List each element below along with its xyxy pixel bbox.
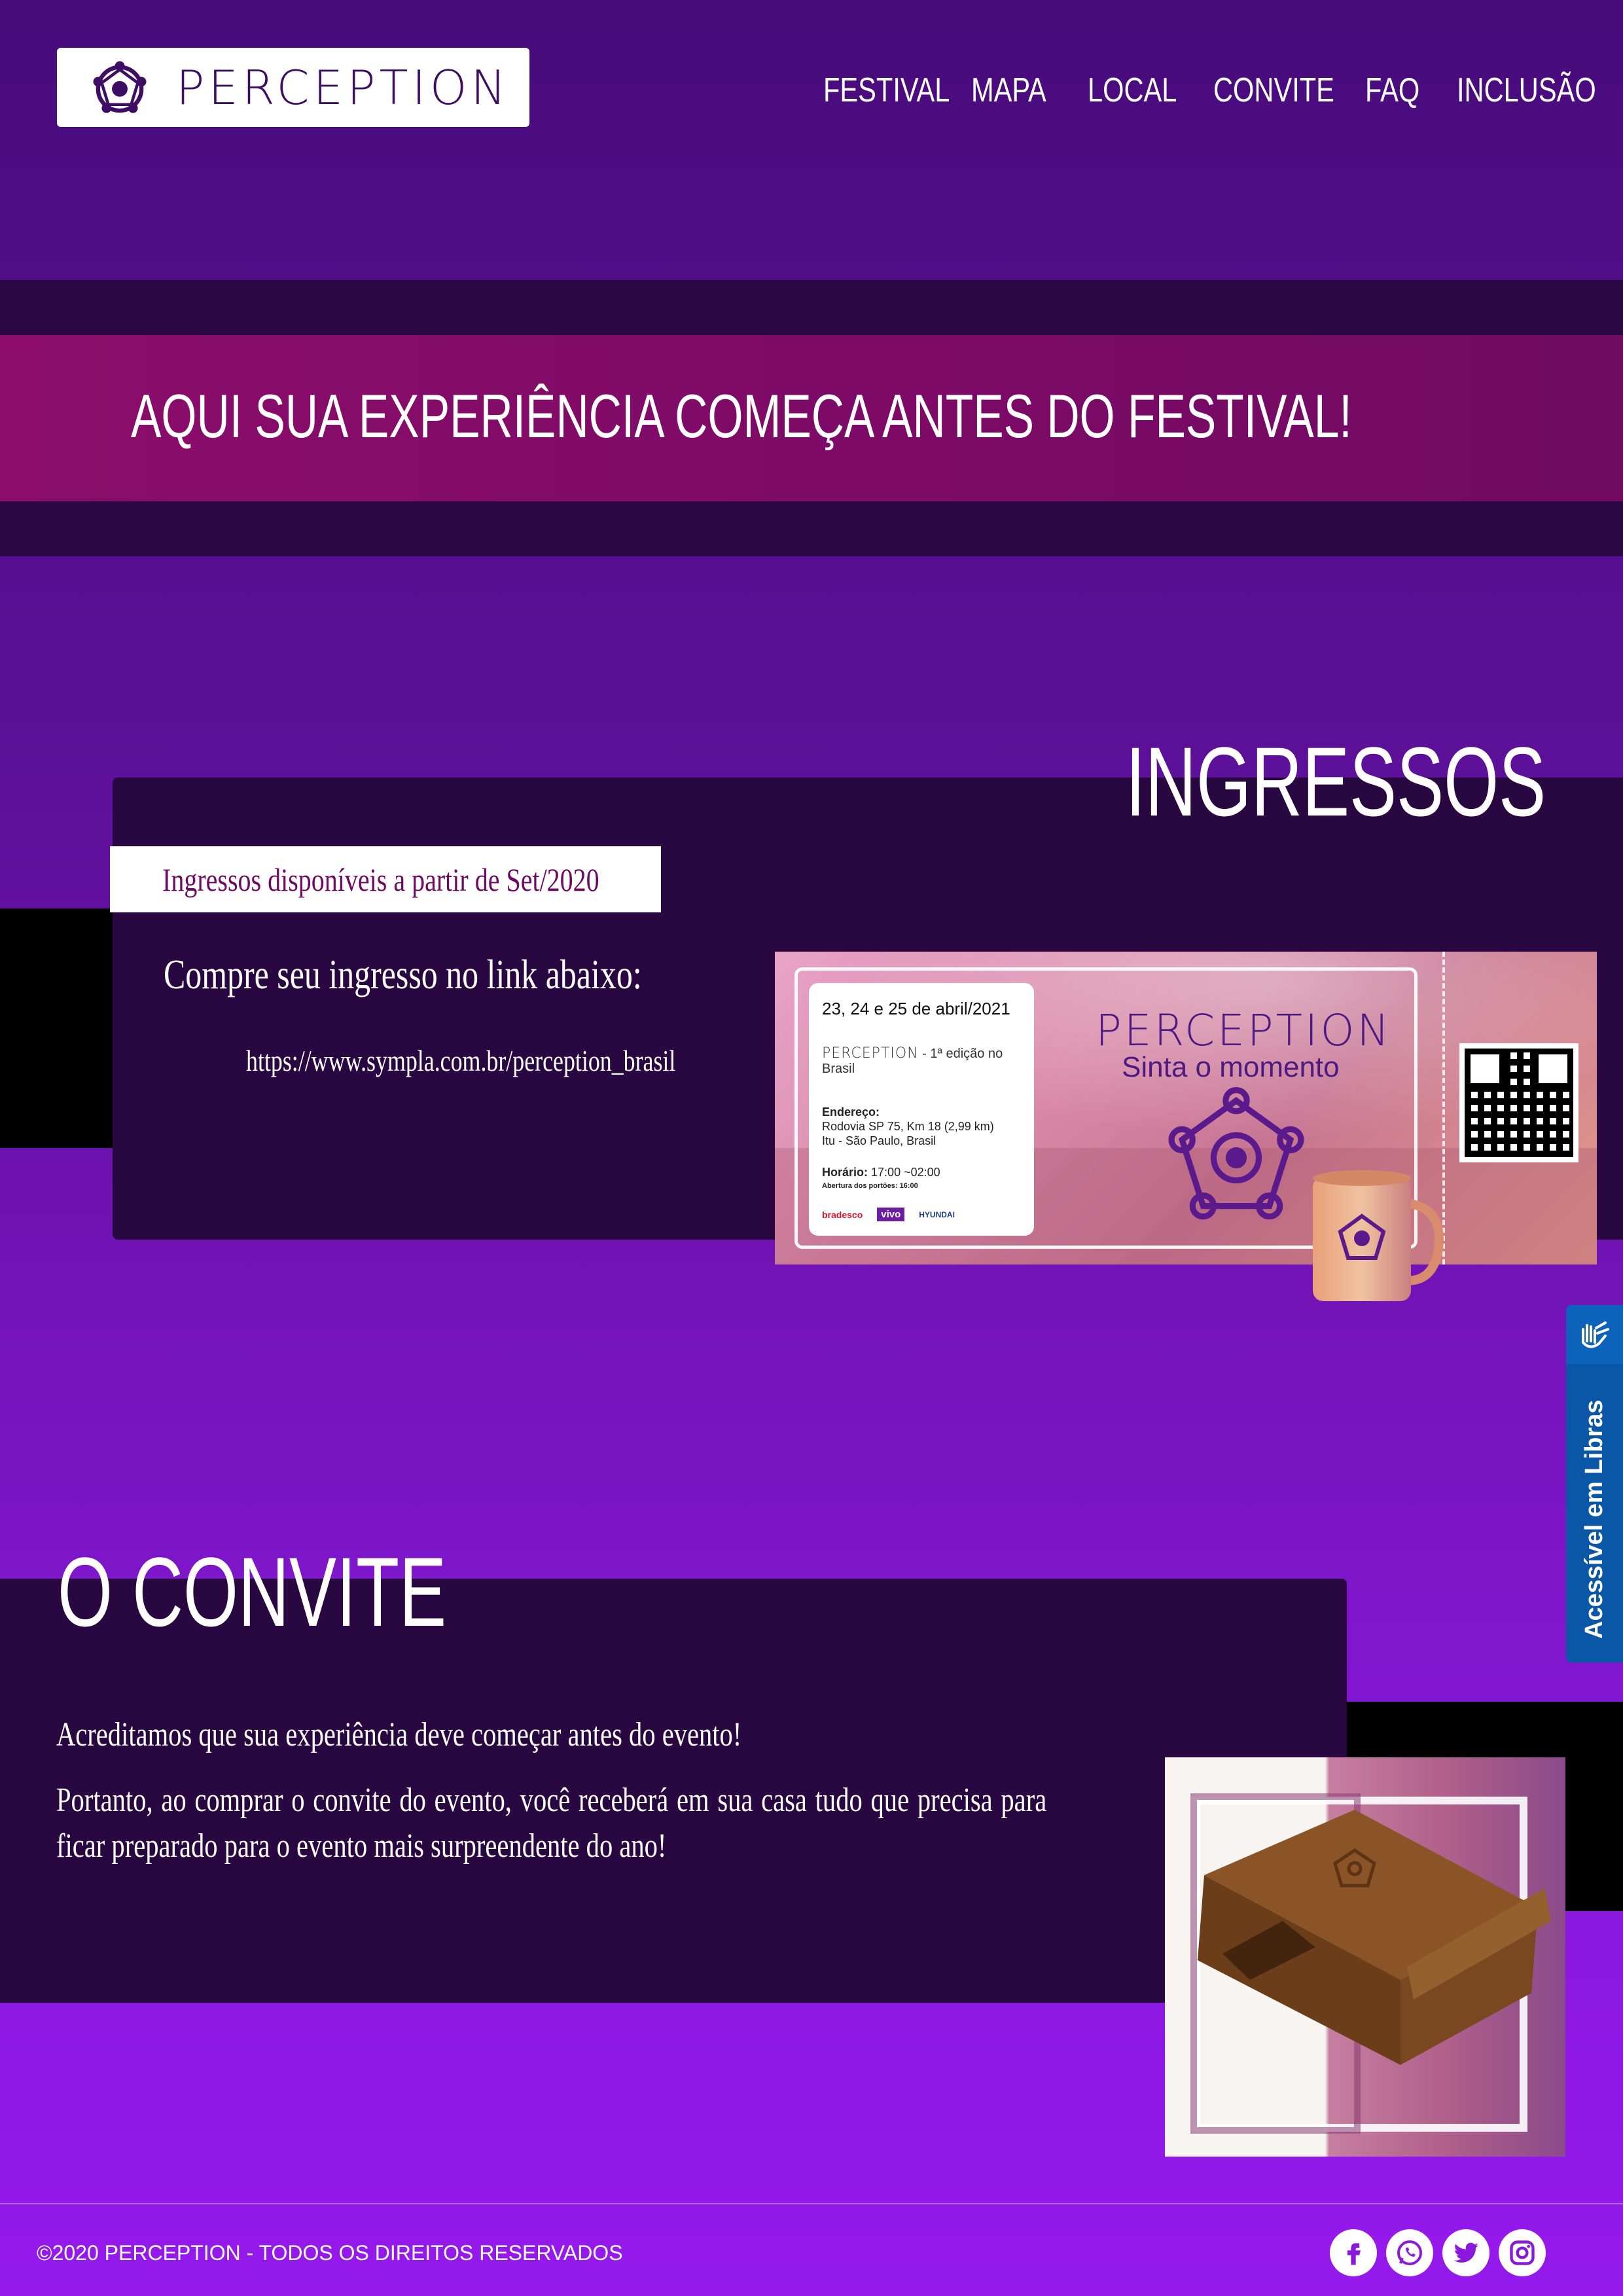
nav-local[interactable]: LOCAL [1088, 71, 1177, 110]
facebook-icon[interactable] [1330, 2229, 1377, 2276]
availability-badge: Ingressos disponíveis a partir de Set/20… [110, 846, 661, 912]
libras-hands-icon [1566, 1305, 1623, 1364]
banner-text: AQUI SUA EXPERIÊNCIA COMEÇA ANTES DO FES… [131, 382, 1352, 450]
sponsor-vivo: vivo [877, 1208, 905, 1221]
ticket-address-label: Endereço: [822, 1105, 880, 1119]
nav-faq[interactable]: FAQ [1365, 71, 1419, 110]
ticket-address-2: Itu - São Paulo, Brasil [822, 1134, 936, 1147]
sponsor-hyundai: HYUNDAI [919, 1210, 955, 1219]
ticket-tagline: Sinta o momento [1122, 1051, 1340, 1083]
nav-inclusao[interactable]: INCLUSÃO [1457, 71, 1596, 110]
ticket-headline: PERCEPTION [1096, 1005, 1392, 1056]
copyright: ©2020 PERCEPTION - TODOS OS DIREITOS RES… [37, 2241, 623, 2265]
twitter-icon[interactable] [1442, 2229, 1489, 2276]
ingressos-title: INGRESSOS [1126, 726, 1546, 836]
qr-code-icon [1459, 1043, 1578, 1162]
logo[interactable]: PERCEPTION [57, 48, 529, 127]
ticket-image: 23, 24 e 25 de abril/2021 PERCEPTION - 1… [775, 952, 1597, 1265]
ticket-brand-line: PERCEPTION - 1ª edição no Brasil [822, 1045, 1021, 1077]
nav-festival[interactable]: FESTIVAL [823, 71, 950, 110]
decor-block-left [0, 908, 131, 1148]
ticket-date: 23, 24 e 25 de abril/2021 [822, 999, 1010, 1018]
sponsor-bradesco: bradesco [822, 1209, 863, 1220]
footer-divider [0, 2203, 1623, 2204]
convite-paragraph-2: Portanto, ao comprar o convite do evento… [56, 1782, 1047, 1865]
convite-paragraph-1: Acreditamos que sua experiência deve com… [56, 1716, 742, 1753]
nav-mapa[interactable]: MAPA [971, 71, 1046, 110]
invitation-box-image [1165, 1757, 1565, 2157]
ticket-hours: 17:00 ~02:00 [871, 1166, 940, 1179]
libras-label: Acessível em Libras [1580, 1399, 1608, 1639]
ticket-info-card: 23, 24 e 25 de abril/2021 PERCEPTION - 1… [809, 983, 1034, 1236]
ticket-hours-line: Horário: 17:00 ~02:00 [822, 1165, 1021, 1179]
perception-logo-icon [93, 61, 147, 113]
ticket-link[interactable]: https://www.sympla.com.br/perception_bra… [246, 1043, 675, 1078]
nav-convite[interactable]: CONVITE [1213, 71, 1334, 110]
availability-text: Ingressos disponíveis a partir de Set/20… [162, 861, 599, 898]
libras-tab[interactable]: Acessível em Libras [1566, 1305, 1623, 1662]
ticket-hours-label: Horário: [822, 1166, 868, 1179]
mug-icon [1313, 1170, 1444, 1301]
sponsors: bradesco vivo HYUNDAI [822, 1208, 955, 1221]
ticket-gates: Abertura dos portões: 16:00 [822, 1182, 918, 1190]
instagram-icon[interactable] [1499, 2229, 1546, 2276]
ticket-brand: PERCEPTION [822, 1045, 919, 1062]
whatsapp-icon[interactable] [1386, 2229, 1433, 2276]
buy-text: Compre seu ingresso no link abaixo: [164, 951, 642, 997]
perception-emblem-icon [1168, 1086, 1304, 1220]
convite-title: O CONVITE [58, 1537, 447, 1647]
logo-text: PERCEPTION [176, 60, 510, 115]
ticket-address-1: Rodovia SP 75, Km 18 (2,99 km) [822, 1120, 994, 1133]
